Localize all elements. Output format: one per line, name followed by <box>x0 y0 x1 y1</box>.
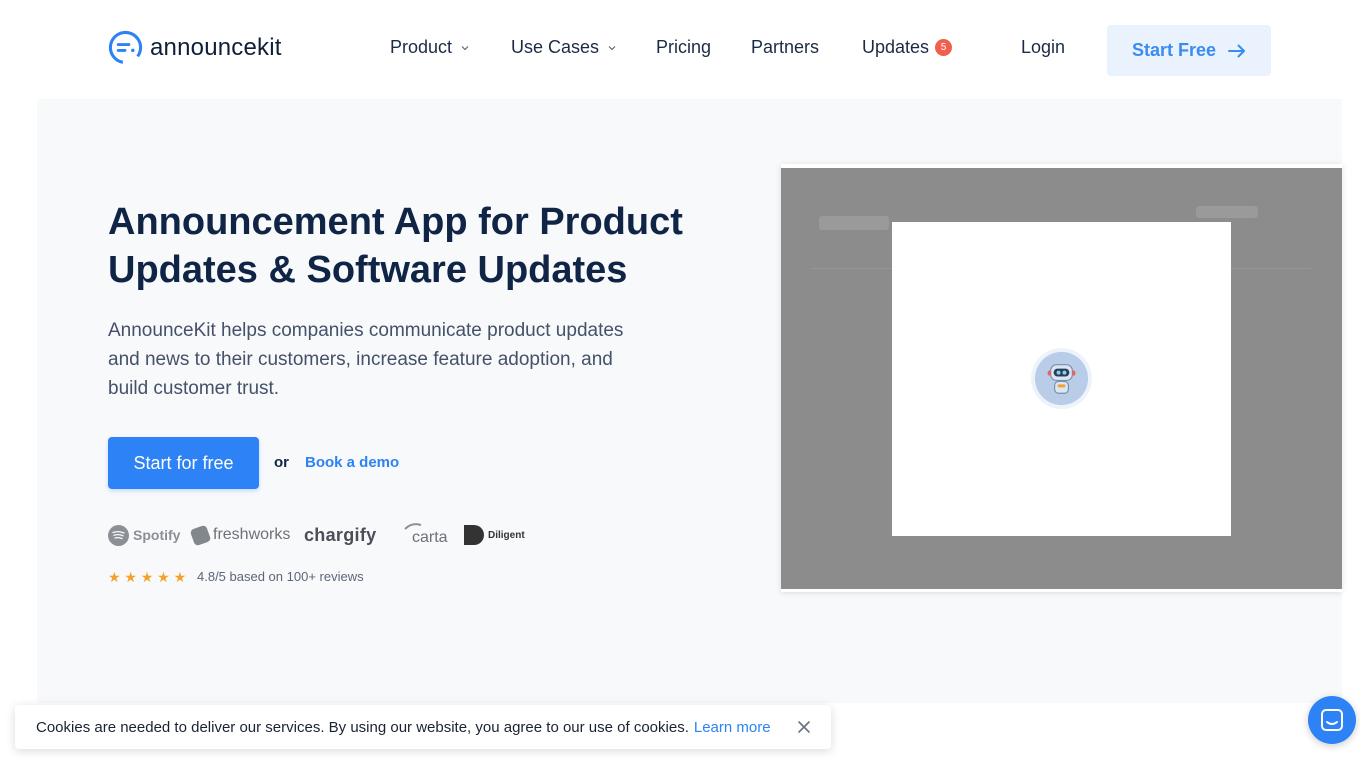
nav-partners[interactable]: Partners <box>751 37 819 58</box>
nav-partners-label: Partners <box>751 37 820 57</box>
updates-count-badge: 5 <box>935 39 953 56</box>
nav-use-cases-label: Use Cases <box>511 37 600 57</box>
ghost-block <box>1196 206 1258 218</box>
carta-logo: carta <box>404 522 448 548</box>
spotify-logo: Spotify <box>108 522 180 548</box>
nav-updates-label: Updates <box>862 37 930 57</box>
nav-pricing[interactable]: Pricing <box>656 37 711 58</box>
nav-product-label: Product <box>390 37 453 57</box>
login-label: Login <box>1021 37 1066 57</box>
nav-product[interactable]: Product <box>390 37 469 58</box>
cookie-text: Cookies are needed to deliver our servic… <box>36 718 689 736</box>
star-icon: ★ <box>124 569 137 585</box>
spotify-wordmark: Spotify <box>133 527 181 543</box>
close-icon[interactable] <box>797 720 811 734</box>
hero-headline: Announcement App for Product Updates & S… <box>108 201 683 291</box>
diligent-wordmark: Diligent <box>488 529 525 541</box>
robot-icon <box>1030 347 1093 410</box>
nav-use-cases[interactable]: Use Cases <box>511 37 616 58</box>
rating-stars: ★ ★ ★ ★ ★ <box>108 569 190 585</box>
hero-description: AnnounceKit helps companies communicate … <box>108 320 624 399</box>
diligent-logo: Diligent <box>464 522 525 548</box>
freshworks-wordmark: freshworks <box>213 526 291 543</box>
chargify-wordmark: chargify <box>304 524 377 545</box>
learn-more-link[interactable]: Learn more <box>694 719 771 736</box>
star-icon: ★ <box>157 569 170 585</box>
freshworks-icon <box>189 524 212 546</box>
chat-icon <box>1321 709 1343 731</box>
freshworks-logo: freshworks <box>189 522 291 548</box>
chargify-logo: chargify <box>304 522 376 548</box>
start-free-button[interactable]: Start Free <box>1107 25 1271 76</box>
book-demo-link[interactable]: Book a demo <box>305 454 399 471</box>
chevron-down-icon <box>461 45 469 50</box>
arrow-right-icon <box>1228 44 1246 57</box>
rating-text: 4.8/5 based on 100+ reviews <box>197 569 364 584</box>
start-for-free-button[interactable]: Start for free <box>108 437 259 489</box>
cookie-banner: Cookies are needed to deliver our servic… <box>15 705 831 749</box>
nav-updates[interactable]: Updates 5 <box>862 37 953 58</box>
star-icon: ★ <box>140 569 154 585</box>
page: announcekit Product Use Cases Pricing Pa… <box>0 0 1360 764</box>
start-free-label: Start Free <box>1131 40 1217 60</box>
chevron-down-icon <box>608 45 616 50</box>
nav-login[interactable]: Login <box>1021 37 1065 58</box>
star-icon: ★ <box>173 569 187 585</box>
chat-launcher-button[interactable] <box>1308 696 1356 744</box>
star-icon: ★ <box>108 569 121 585</box>
carta-swoosh-icon <box>404 523 422 530</box>
spotify-icon <box>108 524 129 546</box>
ghost-block <box>819 216 889 230</box>
site-header: announcekit Product Use Cases Pricing Pa… <box>0 0 1360 99</box>
or-text: or <box>274 454 289 471</box>
nav-pricing-label: Pricing <box>656 37 712 57</box>
diligent-icon <box>464 525 484 545</box>
